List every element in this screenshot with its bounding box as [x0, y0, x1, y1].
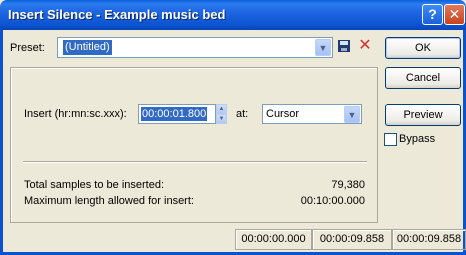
total-samples-label: Total samples to be inserted:	[24, 179, 165, 191]
preset-combo[interactable]: (Untitled) ▼	[57, 37, 333, 58]
delete-preset-icon[interactable]: ✕	[357, 38, 373, 55]
status-bar: 00:00:00.000 00:00:09.858 00:00:09.858	[3, 229, 466, 250]
at-position-value: Cursor	[266, 108, 300, 120]
total-samples-value: 79,380	[331, 179, 365, 191]
status-end: 00:00:09.858	[312, 229, 392, 250]
checkbox-box[interactable]	[384, 133, 397, 146]
insert-length-spinner[interactable]: ▲ ▼	[216, 104, 227, 124]
preset-value: (Untitled)	[63, 40, 112, 55]
preview-button[interactable]: Preview	[385, 104, 461, 126]
cancel-button[interactable]: Cancel	[385, 67, 461, 89]
title-bar: Insert Silence - Example music bed ? ✕	[0, 0, 466, 30]
at-label: at:	[236, 108, 249, 120]
floppy-icon	[338, 40, 350, 52]
close-button[interactable]: ✕	[444, 4, 465, 25]
bypass-label: Bypass	[399, 133, 436, 145]
status-start: 00:00:00.000	[235, 229, 312, 250]
preset-label: Preset:	[10, 42, 45, 54]
max-length-value: 00:10:00.000	[300, 195, 365, 207]
insert-label: Insert (hr:mn:sc.xxx):	[24, 108, 127, 120]
window-title: Insert Silence - Example music bed	[8, 7, 226, 22]
divider	[23, 161, 367, 163]
settings-panel: Insert (hr:mn:sc.xxx): 00:00:01.800 ▲ ▼ …	[10, 67, 378, 223]
spin-down-icon[interactable]: ▼	[216, 114, 227, 124]
chevron-down-icon[interactable]: ▼	[344, 106, 360, 123]
status-length: 00:00:09.858	[392, 229, 466, 250]
spin-up-icon[interactable]: ▲	[216, 104, 227, 114]
chevron-down-icon[interactable]: ▼	[315, 39, 331, 56]
insert-length-input[interactable]: 00:00:01.800	[138, 104, 216, 124]
help-button[interactable]: ?	[422, 4, 443, 25]
max-length-label: Maximum length allowed for insert:	[24, 195, 194, 207]
insert-length-value: 00:00:01.800	[141, 107, 208, 121]
ok-button[interactable]: OK	[385, 37, 461, 59]
save-preset-icon[interactable]	[336, 39, 352, 55]
at-position-combo[interactable]: Cursor ▼	[262, 104, 362, 124]
